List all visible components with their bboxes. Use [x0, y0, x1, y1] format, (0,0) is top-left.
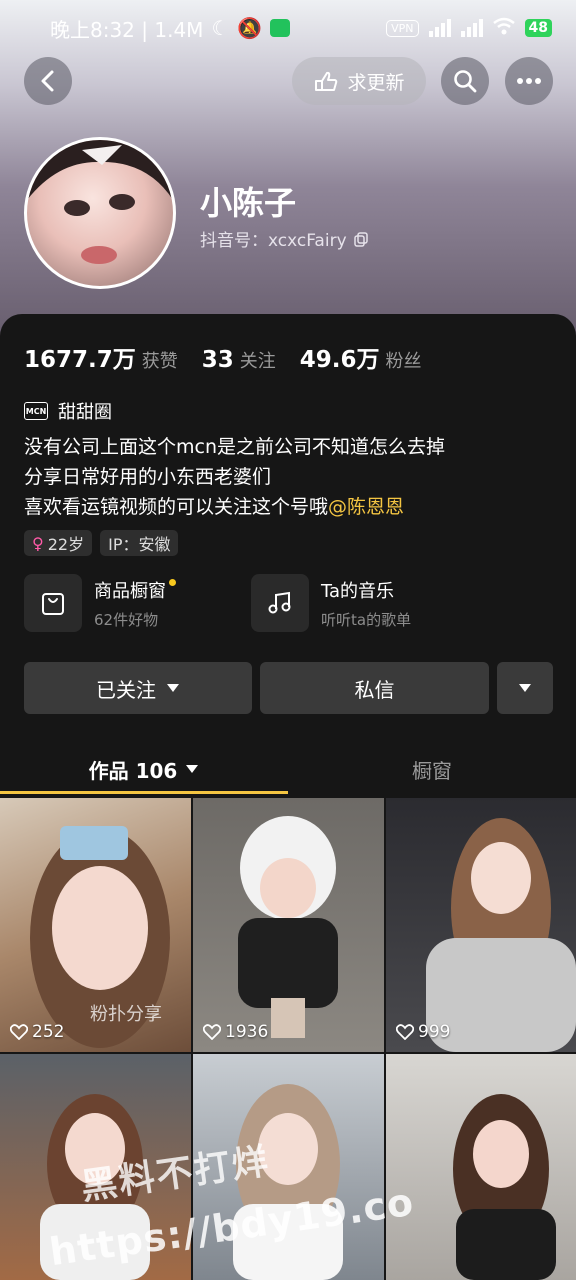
bio-line-3: 喜欢看运镜视频的可以关注这个号哦@陈恩恩 — [24, 492, 445, 522]
hand-point-icon — [315, 71, 338, 91]
avatar-photo — [27, 140, 173, 264]
mcn-name: 甜甜圈 — [58, 402, 112, 423]
mcn-row[interactable]: MCN 甜甜圈 — [24, 398, 112, 424]
female-icon: ♀ — [32, 533, 44, 553]
caret-down-icon — [167, 684, 179, 692]
wechat-icon — [270, 19, 291, 37]
search-icon — [454, 70, 477, 93]
ip-tag-label: IP：安徽 — [108, 535, 171, 554]
avatar[interactable] — [24, 137, 176, 289]
ip-tag: IP：安徽 — [100, 530, 179, 556]
tab-showcase-label: 橱窗 — [412, 758, 452, 783]
caret-down-icon — [519, 684, 531, 692]
new-dot-indicator — [169, 578, 176, 586]
stat-following-label: 关注 — [239, 351, 276, 372]
video-thumbnail-image — [426, 818, 576, 1052]
tab-active-underline — [0, 791, 288, 794]
more-actions-button[interactable] — [497, 662, 553, 714]
video-thumbnail[interactable]: 999 — [386, 798, 576, 1052]
chevron-left-icon — [41, 70, 54, 92]
douyin-id-text: 抖音号：xcxcFairy — [200, 231, 347, 251]
video-likes: 1936 — [203, 1022, 268, 1042]
bio-mention-link[interactable]: @陈恩恩 — [328, 496, 404, 518]
video-thumbnail[interactable] — [386, 1054, 576, 1280]
stat-followers[interactable]: 49.6万 粉丝 — [300, 340, 422, 374]
video-thumbnail[interactable]: 粉扑分享 252 — [0, 798, 191, 1052]
music-entry[interactable]: Ta的音乐 听听ta的歌单 — [251, 574, 411, 632]
shop-window-entry[interactable]: 商品橱窗 62件好物 — [24, 574, 176, 632]
douyin-id: 抖音号：xcxcFairy — [200, 226, 369, 251]
stat-likes-label: 获赞 — [141, 351, 178, 372]
stat-likes-value: 1677.7万 — [24, 347, 136, 373]
music-subtitle: 听听ta的歌单 — [321, 610, 412, 629]
profile-tags: ♀ 22岁 IP：安徽 — [24, 530, 179, 556]
video-likes-count: 999 — [418, 1022, 451, 1042]
video-likes-count: 252 — [32, 1022, 65, 1042]
shopping-bag-icon — [24, 574, 82, 632]
vpn-badge: VPN — [386, 19, 419, 37]
mute-icon: 🔕 — [237, 16, 263, 40]
stat-following-value: 33 — [201, 347, 234, 373]
video-caption: 粉扑分享 — [90, 1004, 162, 1025]
message-button[interactable]: 私信 — [260, 662, 489, 714]
signal-icon-2 — [460, 19, 483, 37]
back-button[interactable] — [24, 57, 72, 105]
profile-name: 小陈子 — [200, 184, 297, 222]
music-note-icon — [251, 574, 309, 632]
copy-icon[interactable] — [353, 231, 369, 247]
profile-info-panel — [0, 314, 576, 804]
age-tag-label: 22岁 — [47, 535, 85, 554]
bio-line-1: 没有公司上面这个mcn是之前公司不知道怎么去掉 — [24, 436, 445, 458]
stat-likes[interactable]: 1677.7万 获赞 — [24, 340, 178, 374]
request-update-button[interactable]: 求更新 — [292, 57, 426, 105]
mcn-badge-icon: MCN — [24, 402, 48, 420]
music-title: Ta的音乐 — [321, 580, 395, 602]
content-tabs: 作品 106 橱窗 — [0, 744, 576, 796]
video-thumbnail-image — [453, 1094, 556, 1280]
stat-following[interactable]: 33 关注 — [202, 347, 276, 373]
battery-indicator: 48 — [524, 19, 552, 37]
video-thumbnail-image — [238, 816, 338, 1038]
bio: 没有公司上面这个mcn是之前公司不知道怎么去掉 分享日常好用的小东西老婆们 喜欢… — [24, 432, 445, 522]
followed-button[interactable]: 已关注 — [24, 662, 252, 714]
stats-row: 1677.7万 获赞 33 关注 49.6万 粉丝 — [24, 340, 446, 374]
caret-down-icon — [186, 765, 199, 773]
stat-followers-label: 粉丝 — [385, 351, 422, 372]
video-likes: 999 — [396, 1022, 450, 1042]
heart-icon — [203, 1024, 221, 1040]
message-label: 私信 — [354, 677, 395, 702]
heart-icon — [396, 1024, 414, 1040]
request-update-label: 求更新 — [347, 71, 405, 94]
signal-icon — [428, 19, 451, 37]
age-tag: ♀ 22岁 — [24, 530, 93, 556]
tab-works-label: 作品 106 — [88, 758, 178, 783]
status-bar: 晚上8:32 | 1.4M ☾ 🔕 VPN 48 — [0, 0, 576, 56]
bio-line-2: 分享日常好用的小东西老婆们 — [24, 466, 272, 488]
more-button[interactable] — [505, 57, 553, 105]
search-button[interactable] — [441, 57, 489, 105]
status-time: 晚上8:32 | 1.4M — [50, 17, 204, 42]
tab-showcase[interactable]: 橱窗 — [288, 744, 576, 794]
shop-window-subtitle: 62件好物 — [94, 610, 159, 629]
bio-line-3-text: 喜欢看运镜视频的可以关注这个号哦 — [24, 496, 329, 518]
shop-window-title: 商品橱窗 — [94, 580, 166, 602]
stat-followers-value: 49.6万 — [299, 347, 380, 373]
video-likes-count: 1936 — [225, 1022, 269, 1042]
more-dots-icon — [517, 78, 541, 84]
heart-icon — [10, 1024, 28, 1040]
wifi-icon — [492, 16, 515, 40]
video-likes: 252 — [10, 1022, 64, 1042]
tab-works[interactable]: 作品 106 — [0, 744, 288, 794]
video-thumbnail[interactable]: 1936 — [193, 798, 384, 1052]
moon-icon: ☾ — [211, 16, 230, 40]
followed-label: 已关注 — [96, 677, 156, 702]
